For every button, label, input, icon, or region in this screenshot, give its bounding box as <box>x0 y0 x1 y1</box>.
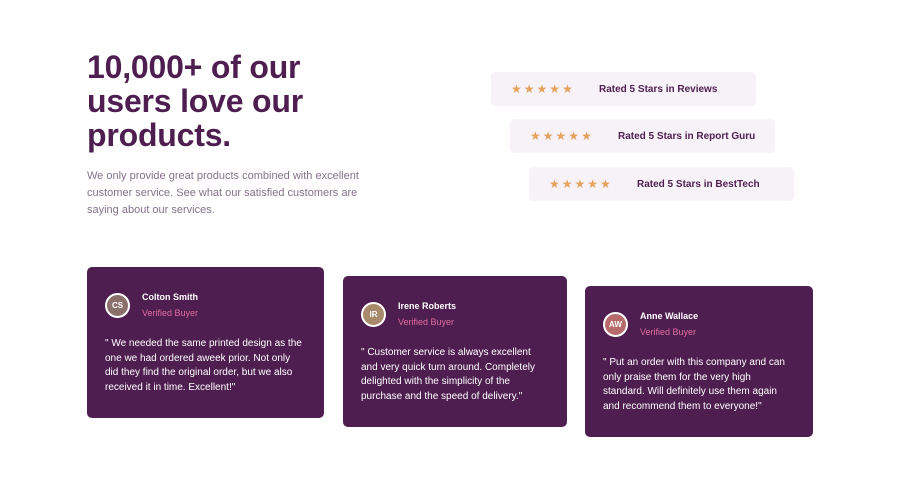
star-icon: ★ <box>542 129 554 143</box>
intro-text: We only provide great products combined … <box>87 170 359 216</box>
reviewer-name: Anne Wallace <box>640 311 699 321</box>
testimonial-card-irene: IR Irene Roberts Verified Buyer " Custom… <box>343 276 567 427</box>
avatar-initials: IR <box>369 310 378 319</box>
avatar: IR <box>361 302 386 327</box>
star-icon: ★ <box>555 129 567 143</box>
star-icon: ★ <box>549 177 560 191</box>
star-icon: ★ <box>549 82 561 96</box>
star-rating: ★ ★ ★ ★ ★ <box>530 130 616 142</box>
testimonial-quote: " Customer service is always excellent a… <box>361 347 535 402</box>
rating-reviews: ★ ★ ★ ★ ★ Rated 5 Stars in Reviews <box>491 72 756 106</box>
star-icon: ★ <box>574 177 586 191</box>
reviewer-role: Verified Buyer <box>398 317 455 327</box>
star-icon: ★ <box>600 177 611 191</box>
reviewer-name: Irene Roberts <box>398 301 457 311</box>
avatar: CS <box>105 293 130 318</box>
avatar-initials: AW <box>609 320 622 329</box>
reviewer-role: Verified Buyer <box>640 327 697 337</box>
avatar: AW <box>603 312 628 337</box>
testimonial-quote: " We needed the same printed design as t… <box>105 338 302 393</box>
rating-label: Rated 5 Stars in Report Guru <box>618 130 756 142</box>
star-icon: ★ <box>511 82 522 96</box>
star-icon: ★ <box>581 129 592 143</box>
reviewer-name: Colton Smith <box>142 292 198 302</box>
testimonial-card-colton: CS Colton Smith Verified Buyer " We need… <box>87 267 324 418</box>
avatar-initials: CS <box>111 301 124 310</box>
rating-label: Rated 5 Stars in Reviews <box>599 83 718 95</box>
star-icon: ★ <box>530 129 541 143</box>
testimonial-card-anne: AW Anne Wallace Verified Buyer " Put an … <box>585 286 813 437</box>
rating-besttech: ★ ★ ★ ★ ★ Rated 5 Stars in BestTech <box>529 167 794 201</box>
star-rating: ★ ★ ★ ★ ★ <box>549 178 635 190</box>
reviewer-role: Verified Buyer <box>142 308 199 318</box>
rating-label: Rated 5 Stars in BestTech <box>637 178 760 190</box>
star-icon: ★ <box>568 129 580 143</box>
testimonial-quote: " Put an order with this company and can… <box>603 357 785 412</box>
star-icon: ★ <box>561 177 573 191</box>
star-icon: ★ <box>587 177 599 191</box>
star-icon: ★ <box>562 82 573 96</box>
star-rating: ★ ★ ★ ★ ★ <box>511 83 597 95</box>
star-icon: ★ <box>536 82 548 96</box>
star-icon: ★ <box>523 82 535 96</box>
rating-report-guru: ★ ★ ★ ★ ★ Rated 5 Stars in Report Guru <box>510 119 775 153</box>
page-heading: 10,000+ of our users love our products. <box>87 49 303 153</box>
